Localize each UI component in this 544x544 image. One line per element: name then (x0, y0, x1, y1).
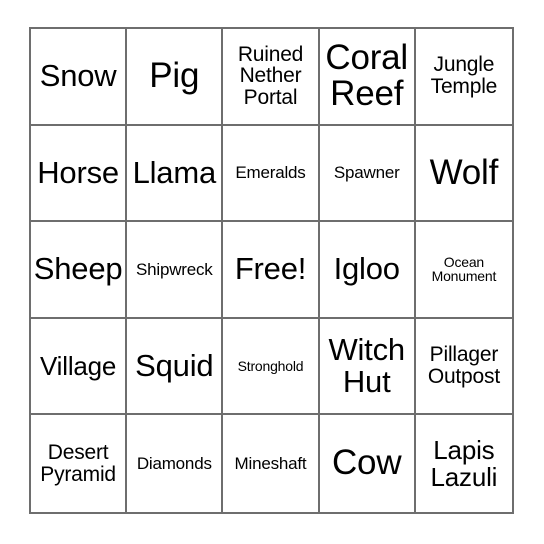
bingo-cell[interactable]: Emeralds (223, 125, 320, 223)
bingo-cell[interactable]: Mineshaft (223, 415, 320, 512)
bingo-cell-label: Snow (39, 58, 117, 94)
bingo-cell-label: Emeralds (235, 163, 306, 183)
bingo-cell[interactable]: Shipwreck (127, 222, 224, 319)
bingo-cell-label: Jungle Temple (430, 53, 498, 99)
bingo-cell[interactable]: Snow (31, 29, 128, 126)
bingo-cell-label: Sheep (33, 251, 123, 287)
bingo-cell-label: Igloo (333, 251, 400, 287)
bingo-cell-label: Pig (149, 56, 200, 96)
bingo-cell[interactable]: Ruined Nether Portal (223, 29, 320, 126)
bingo-cell[interactable]: Wolf (415, 125, 512, 223)
bingo-cell-label: Spawner (333, 163, 400, 183)
bingo-cell[interactable]: Coral Reef (319, 29, 416, 126)
bingo-cell-label: Cow (331, 443, 402, 483)
bingo-cell[interactable]: Village (31, 318, 128, 416)
bingo-cell[interactable]: Witch Hut (319, 318, 416, 416)
bingo-cell-label: Free! (234, 251, 307, 287)
bingo-cell[interactable]: Diamonds (127, 415, 224, 512)
bingo-cell-label: Village (40, 350, 117, 381)
bingo-cell[interactable]: Jungle Temple (415, 29, 512, 126)
bingo-cell-label: Diamonds (136, 453, 212, 473)
bingo-cell[interactable]: Squid (127, 318, 224, 416)
bingo-cell[interactable]: Desert Pyramid (31, 415, 128, 512)
bingo-cell[interactable]: Pig (127, 29, 224, 126)
bingo-cell-label: Witch Hut (328, 331, 405, 400)
bingo-cell[interactable]: Pillager Outpost (415, 318, 512, 416)
bingo-cell-label: Ruined Nether Portal (237, 42, 304, 110)
bingo-cell-label: Desert Pyramid (40, 440, 116, 486)
bingo-cell-label: Horse (37, 154, 119, 190)
bingo-cell-label: Mineshaft (234, 453, 307, 473)
bingo-cell-label: Shipwreck (135, 259, 213, 279)
bingo-cell[interactable]: Llama (127, 125, 224, 223)
bingo-cell[interactable]: Ocean Monument (415, 222, 512, 319)
bingo-cell-label: Squid (135, 347, 214, 383)
bingo-cell[interactable]: Cow (319, 415, 416, 512)
bingo-cell-label: Ocean Monument (431, 253, 497, 285)
bingo-cell[interactable]: Spawner (319, 125, 416, 223)
bingo-cell-label: Coral Reef (325, 37, 409, 114)
bingo-cell-label: Wolf (429, 152, 499, 192)
bingo-cell-label: Llama (132, 154, 217, 190)
bingo-card: Snow Pig Ruined Nether Portal Coral Reef Jun… (29, 27, 514, 514)
bingo-grid: Snow Pig Ruined Nether Portal Coral Reef Jun… (31, 29, 512, 512)
bingo-cell[interactable]: Stronghold (223, 318, 320, 416)
bingo-cell-label: Lapis Lazuli (430, 434, 498, 492)
bingo-cell[interactable]: Igloo (319, 222, 416, 319)
bingo-cell-label: Stronghold (237, 357, 304, 374)
bingo-cell-free-space[interactable]: Free! (223, 222, 320, 319)
bingo-cell[interactable]: Horse (31, 125, 128, 223)
bingo-cell-label: Pillager Outpost (427, 343, 500, 389)
bingo-cell[interactable]: Sheep (31, 222, 128, 319)
bingo-cell[interactable]: Lapis Lazuli (415, 415, 512, 512)
